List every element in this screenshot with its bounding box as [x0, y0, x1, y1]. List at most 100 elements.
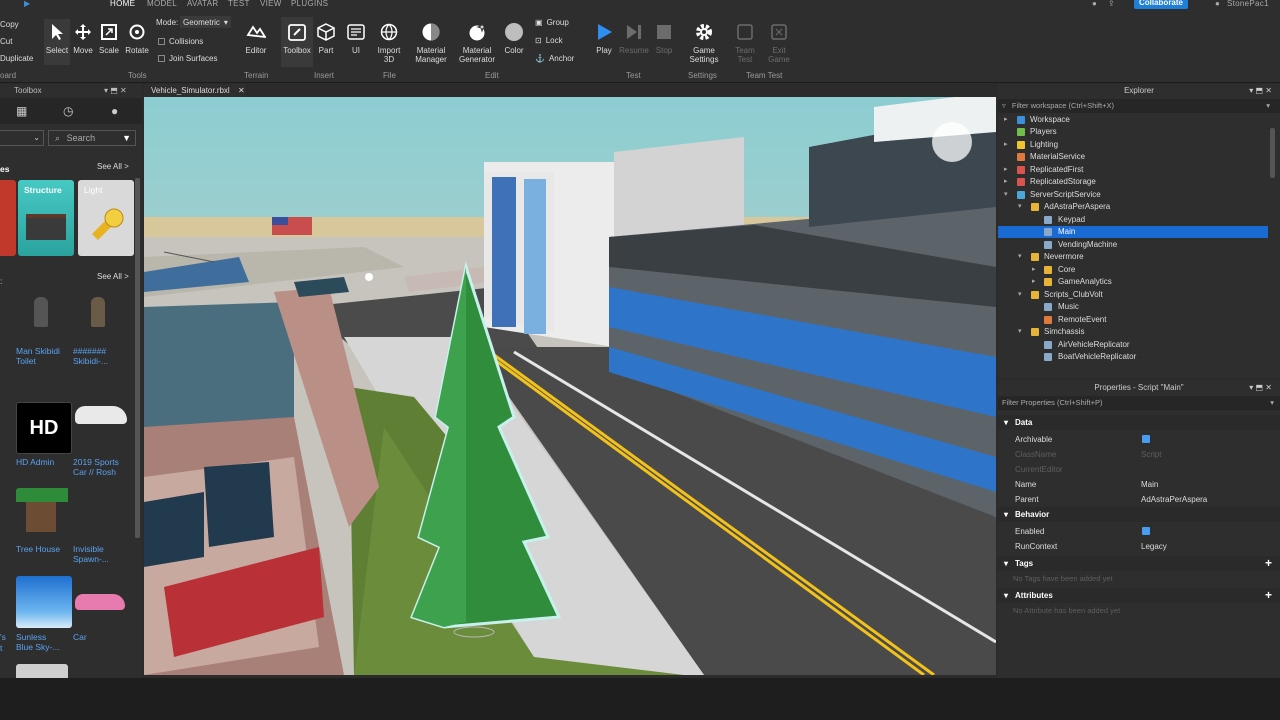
panel-controls-icon[interactable]: ▾ ⬒ ✕	[104, 84, 127, 98]
select-tool[interactable]: Select	[44, 19, 70, 65]
material-manager-button[interactable]: Material Manager	[413, 21, 449, 64]
filter-icon[interactable]: ▼	[122, 131, 131, 145]
prop-value[interactable]: AdAstraPerAspera	[1141, 492, 1207, 507]
asset-label-1[interactable]: Man Skibidi Toilet	[16, 346, 76, 366]
cut-button[interactable]: Cut	[0, 37, 12, 46]
section-behavior[interactable]: ▾ Behavior	[998, 507, 1280, 522]
collisions-toggle[interactable]: Collisions	[158, 37, 203, 46]
tree-row-players[interactable]: Players	[998, 126, 1268, 138]
tree-row-vendingmachine[interactable]: VendingMachine	[998, 239, 1268, 251]
tree-row-nevermore[interactable]: ▾ Nevermore	[998, 251, 1268, 263]
see-all-link[interactable]: See All >	[97, 162, 129, 171]
toolbox-button[interactable]: Toolbox	[281, 17, 313, 67]
collisions-checkbox[interactable]	[158, 38, 165, 45]
material-generator-button[interactable]: Material Generator	[457, 21, 497, 64]
expand-icon[interactable]: ▸	[1004, 176, 1008, 188]
tab-vehicle-simulator[interactable]: Vehicle_Simulator.rbxl ✕	[144, 84, 246, 97]
collaborate-button[interactable]: Collaborate	[1134, 0, 1188, 9]
explorer-controls-icon[interactable]: ▾ ⬒ ✕	[1249, 86, 1272, 95]
duplicate-button[interactable]: Duplicate	[0, 54, 33, 63]
asset-tree-house[interactable]	[16, 488, 72, 540]
tree-row-scripts-clubvolt[interactable]: ▾ Scripts_ClubVolt	[998, 289, 1268, 301]
scale-tool[interactable]: Scale	[96, 21, 122, 55]
user-name[interactable]: StonePac1	[1227, 0, 1269, 8]
expand-icon[interactable]: ▸	[1004, 114, 1008, 126]
collapse-icon[interactable]: ▾	[1004, 556, 1008, 571]
asset-label-5[interactable]: Tree House	[16, 544, 76, 554]
tab-model[interactable]: MODEL	[147, 0, 177, 8]
clock-icon[interactable]: ◷	[63, 104, 73, 118]
collapse-icon[interactable]: ▾	[1004, 507, 1008, 522]
import-3d-button[interactable]: Import 3D	[374, 21, 404, 64]
add-tag-icon[interactable]: +	[1265, 556, 1272, 571]
asset-next-row[interactable]	[16, 664, 68, 678]
tree-row-boatvehiclereplicator[interactable]: BoatVehicleReplicator	[998, 351, 1268, 363]
category-card-light[interactable]: Light	[78, 180, 134, 256]
prop-runcontext[interactable]: RunContext Legacy	[998, 539, 1280, 554]
prop-name[interactable]: Name Main	[998, 477, 1280, 492]
category-card-structure[interactable]: Structure	[18, 180, 74, 256]
grid-icon[interactable]: ▦	[16, 104, 27, 118]
toolbox-scrollbar[interactable]	[135, 178, 140, 538]
tab-avatar[interactable]: AVATAR	[187, 0, 218, 8]
add-attribute-icon[interactable]: +	[1265, 588, 1272, 603]
asset-label-4[interactable]: 2019 Sports Car // Rosh	[73, 457, 133, 477]
join-checkbox[interactable]	[158, 55, 165, 62]
asset-sunless-sky[interactable]	[16, 576, 72, 628]
properties-filter[interactable]: Filter Properties (Ctrl+Shift+P) ▾	[998, 396, 1280, 410]
asset-label-2[interactable]: ####### Skibidi-...	[73, 346, 133, 366]
section-tags[interactable]: ▾ Tags +	[998, 556, 1280, 571]
asset-invisible-spawn[interactable]	[73, 488, 129, 540]
tree-row-airvehiclereplicator[interactable]: AirVehicleReplicator	[998, 339, 1268, 351]
tree-row-keypad[interactable]: Keypad	[998, 214, 1268, 226]
search-box[interactable]: ⌕ Search ▼	[48, 130, 136, 146]
group-button[interactable]: ▣ Group	[535, 18, 569, 27]
asset-label-6[interactable]: Invisible Spawn-...	[73, 544, 133, 564]
tree-row-main[interactable]: Main	[998, 226, 1268, 238]
category-card-edge[interactable]	[0, 180, 16, 256]
collapse-icon[interactable]: ▾	[1004, 189, 1008, 201]
play-button[interactable]: Play	[592, 21, 616, 55]
tree-row-lighting[interactable]: ▸ Lighting	[998, 139, 1268, 151]
anchor-button[interactable]: ⚓ Anchor	[535, 54, 574, 63]
scene-render[interactable]	[144, 97, 996, 675]
mode-select[interactable]: Geometric ▾	[180, 16, 231, 28]
asset-label-3[interactable]: HD Admin	[16, 457, 76, 467]
asset-label-7[interactable]: Sunless Blue Sky-...	[16, 632, 76, 652]
asset-sports-car[interactable]	[73, 402, 129, 454]
section-data[interactable]: ▾ Data	[998, 415, 1280, 430]
color-button[interactable]: Color	[502, 21, 526, 55]
tree-row-replicatedstorage[interactable]: ▸ ReplicatedStorage	[998, 176, 1268, 188]
rotate-tool[interactable]: Rotate	[123, 21, 151, 55]
prop-value[interactable]: Main	[1141, 477, 1158, 492]
bell-icon[interactable]: ●	[1092, 0, 1097, 8]
bulb-icon[interactable]: ●	[111, 104, 118, 118]
play-quick-icon[interactable]: ▶	[24, 0, 30, 8]
tree-row-replicatedfirst[interactable]: ▸ ReplicatedFirst	[998, 164, 1268, 176]
asset-skibidi-2[interactable]	[73, 289, 129, 341]
asset-car[interactable]	[73, 576, 129, 628]
tree-row-music[interactable]: Music	[998, 301, 1268, 313]
collapse-icon[interactable]: ▾	[1004, 415, 1008, 430]
asset-man-skibidi[interactable]	[16, 289, 72, 341]
ui-button[interactable]: UI	[344, 21, 368, 55]
prop-parent[interactable]: Parent AdAstraPerAspera	[998, 492, 1280, 507]
stop-button[interactable]: Stop	[652, 21, 676, 55]
collapse-icon[interactable]: ▾	[1018, 289, 1022, 301]
collapse-icon[interactable]: ▾	[1018, 251, 1022, 263]
collapse-icon[interactable]: ▾	[1004, 588, 1008, 603]
asset-label-8[interactable]: Car	[73, 632, 133, 642]
lock-button[interactable]: ⊡ Lock	[535, 36, 563, 45]
avatar[interactable]: ●	[1215, 0, 1220, 8]
tree-row-simchassis[interactable]: ▾ Simchassis	[998, 326, 1268, 338]
tab-home[interactable]: HOME	[110, 0, 135, 8]
collapse-icon[interactable]: ▾	[1018, 326, 1022, 338]
tree-row-gameanalytics[interactable]: ▸ GameAnalytics	[998, 276, 1268, 288]
join-surfaces-toggle[interactable]: Join Surfaces	[158, 54, 217, 63]
category-dropdown[interactable]: ⌄	[0, 130, 44, 146]
view-cube[interactable]	[932, 122, 972, 162]
team-test-button[interactable]: Team Test	[732, 21, 758, 64]
tab-test[interactable]: TEST	[228, 0, 250, 8]
expand-icon[interactable]: ▸	[1032, 276, 1036, 288]
copy-button[interactable]: Copy	[0, 20, 19, 29]
